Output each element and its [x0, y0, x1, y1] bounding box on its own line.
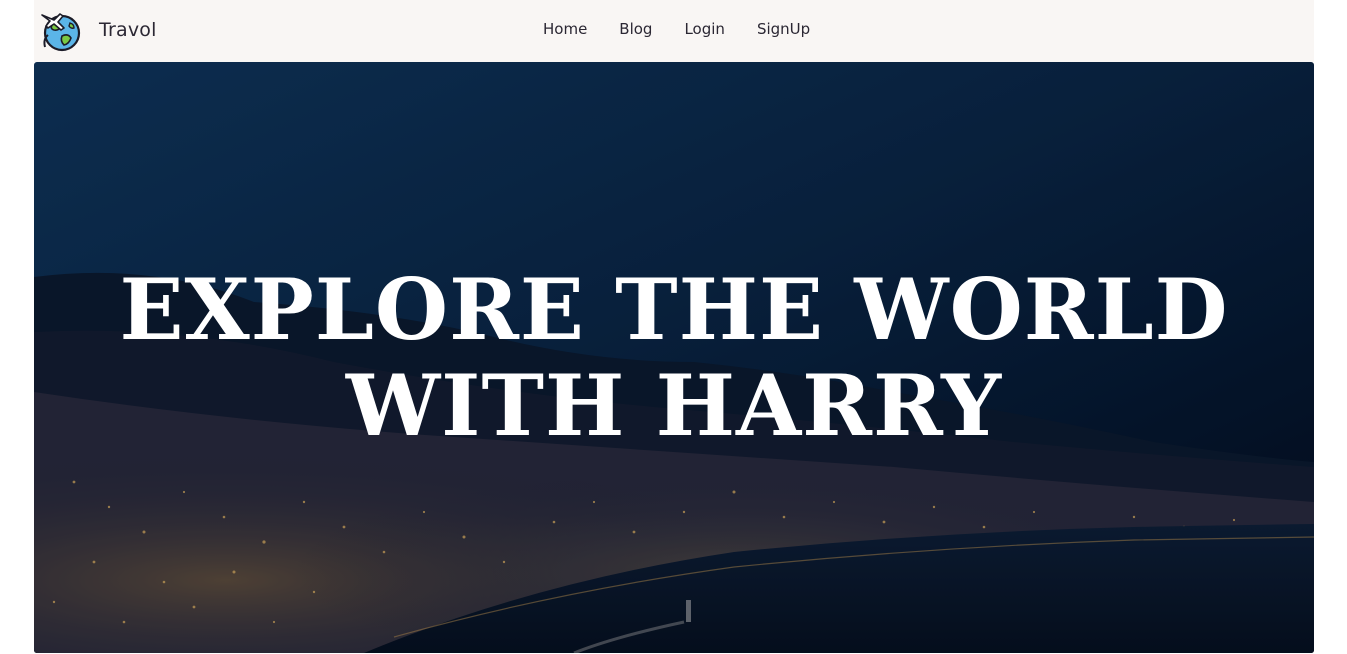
hero-title: EXPLORE THE WORLD WITH HARRY [34, 262, 1314, 454]
navbar: Travol Home Blog Login SignUp [34, 0, 1314, 62]
nav-link-home[interactable]: Home [543, 20, 587, 38]
nav-menu: Home Blog Login SignUp [543, 20, 842, 38]
globe-airplane-icon[interactable] [40, 9, 84, 53]
brand-name[interactable]: Travol [99, 19, 157, 41]
hero-title-line1: EXPLORE THE WORLD [119, 260, 1229, 359]
hero-title-line2: WITH HARRY [345, 356, 1003, 455]
hero-banner: EXPLORE THE WORLD WITH HARRY [34, 62, 1314, 653]
nav-link-login[interactable]: Login [684, 20, 724, 38]
nav-link-signup[interactable]: SignUp [757, 20, 810, 38]
nav-link-blog[interactable]: Blog [619, 20, 652, 38]
